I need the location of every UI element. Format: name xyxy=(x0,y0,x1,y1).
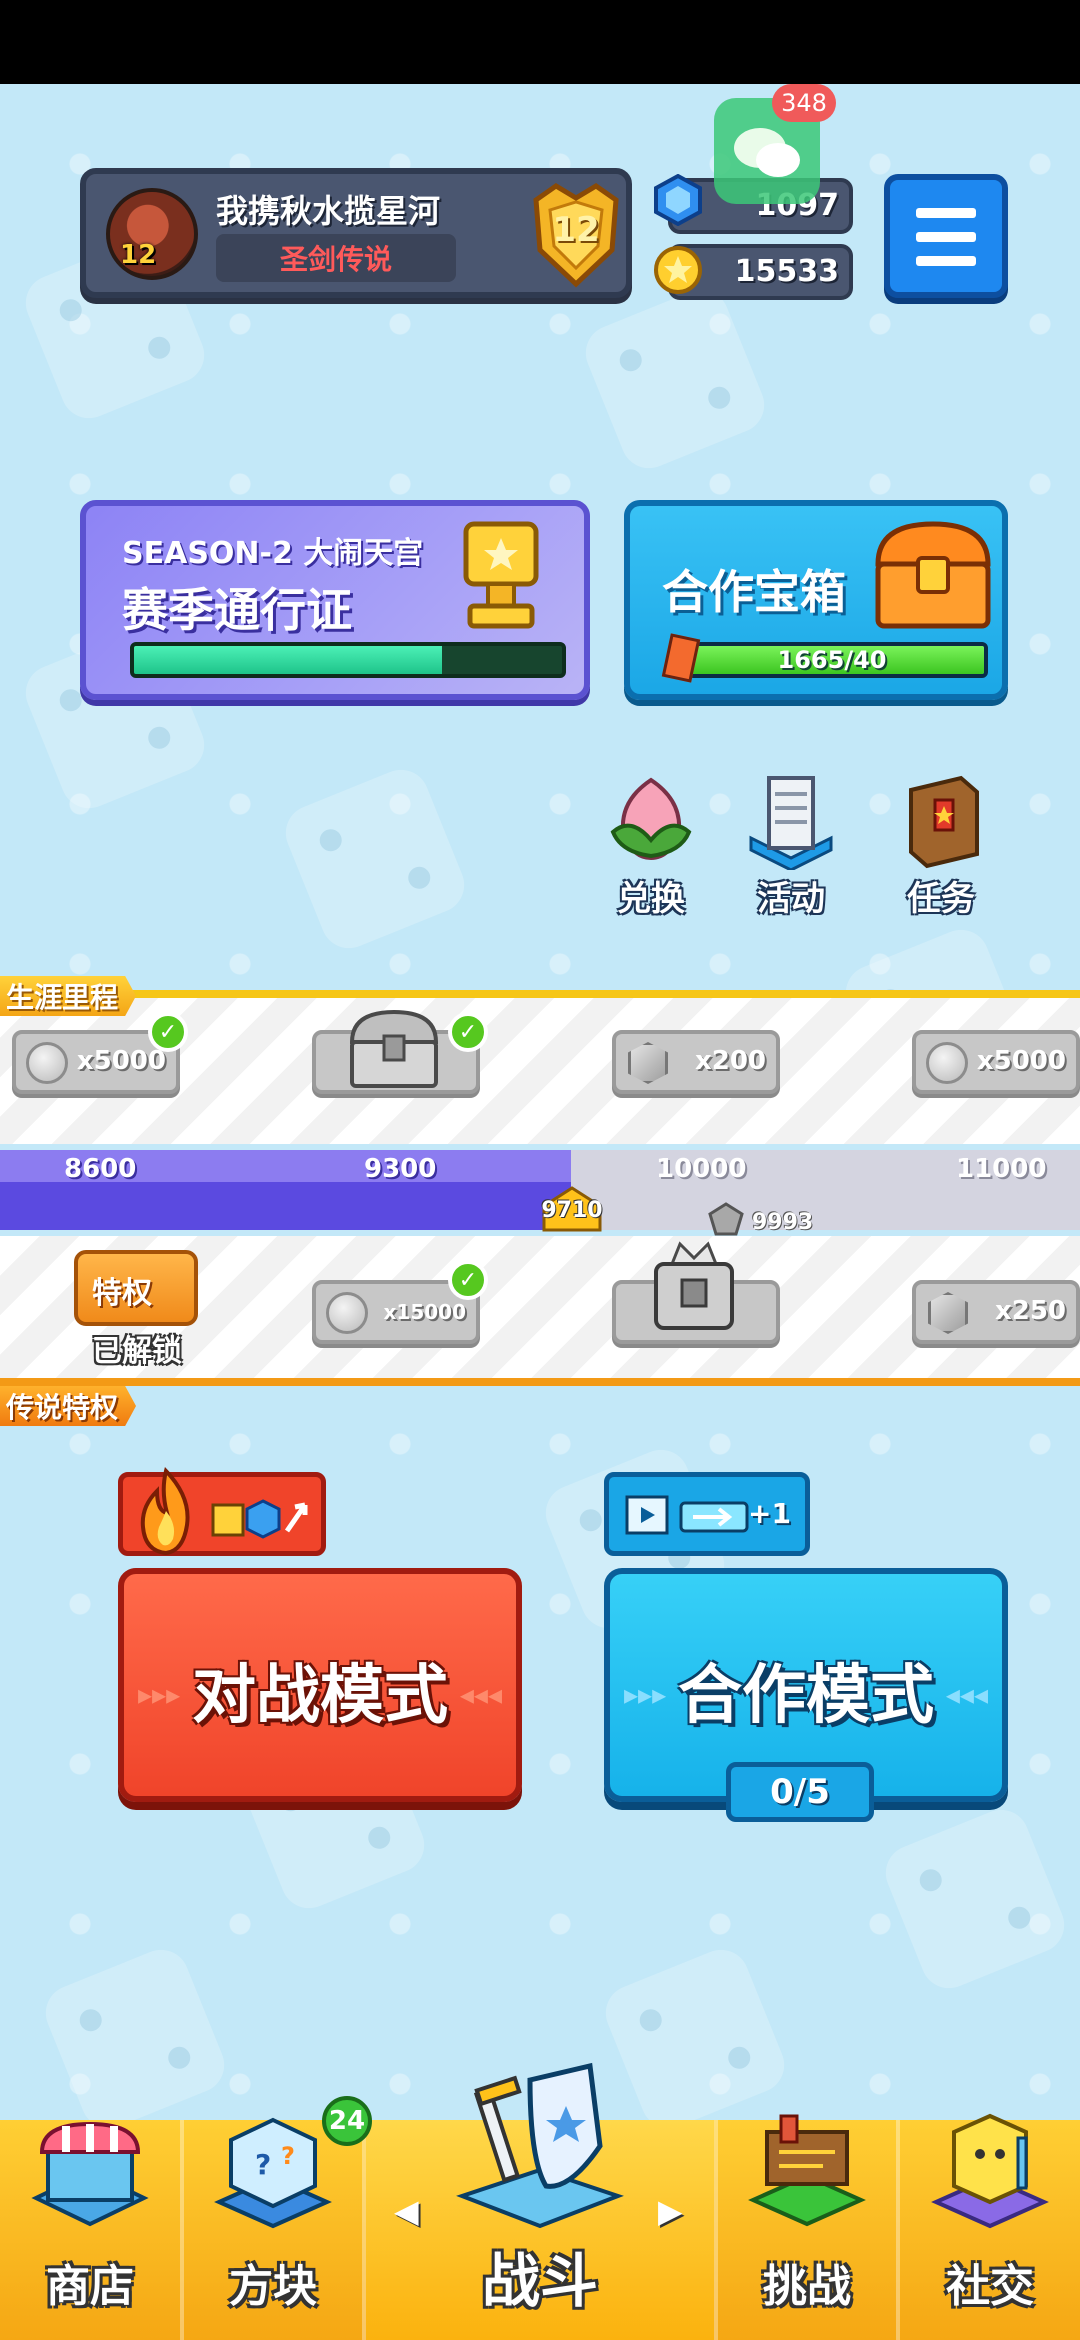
season-progress-bar xyxy=(130,642,566,678)
silver-cube-icon xyxy=(928,1292,968,1334)
reward-amount: x15000 xyxy=(383,1300,466,1324)
svg-text:?: ? xyxy=(281,2142,295,2170)
gold-trophy-icon xyxy=(446,514,556,634)
pvp-boost-tag[interactable] xyxy=(118,1467,326,1556)
season-progress-fill xyxy=(134,646,443,674)
season-pass-title: 赛季通行证 xyxy=(122,583,352,637)
milestone-tick: 11000 xyxy=(956,1154,1047,1184)
privilege-ticket-icon: 特权 xyxy=(74,1250,198,1326)
shop-stall-icon xyxy=(26,2102,154,2230)
silver-cube-icon xyxy=(628,1042,668,1084)
reward-slot[interactable]: x200 xyxy=(612,1030,780,1094)
ticket-icon xyxy=(679,1497,749,1537)
claimed-check-icon: ✓ xyxy=(448,1260,488,1300)
nav-challenge[interactable]: 挑战 xyxy=(718,2114,896,2340)
quest-book-icon xyxy=(891,770,991,870)
avatar[interactable]: 12 xyxy=(106,188,198,280)
coop-attempts-counter: 0/5 xyxy=(726,1762,874,1822)
rank-number: 12 xyxy=(552,210,600,250)
coop-chest-card[interactable]: 合作宝箱 1665/40 xyxy=(624,500,1008,700)
pvp-mode-label: 对战模式 xyxy=(192,1659,448,1733)
reward-amount: x200 xyxy=(694,1046,766,1076)
bottom-navigation: 商店 ? ? 方块 战斗 挑战 社交 xyxy=(0,2062,1080,2340)
treasure-chest-icon xyxy=(868,514,998,634)
career-milestone-track[interactable]: x5000 ✓ ✓ x200 x5000 生涯里程 8600 9300 1000… xyxy=(0,976,1080,1426)
coop-ad-bonus-tag[interactable]: +1 xyxy=(604,1472,810,1556)
silver-crown-chest-icon xyxy=(646,1240,742,1330)
reward-amount: x5000 xyxy=(76,1046,166,1076)
nav-battle-label: 战斗 xyxy=(481,2247,598,2315)
nav-blocks[interactable]: ? ? 方块 xyxy=(184,2117,362,2340)
friend-rank-icon xyxy=(706,1200,746,1240)
privilege-badge-text: 特权 xyxy=(92,1276,152,1311)
main-menu-button[interactable] xyxy=(884,174,1008,298)
claimed-check-icon: ✓ xyxy=(448,1012,488,1052)
flame-icon xyxy=(131,1467,201,1557)
silver-star-coin-icon xyxy=(926,1042,968,1084)
silver-chest-icon xyxy=(346,1006,442,1090)
nav-challenge-label: 挑战 xyxy=(763,2261,851,2312)
reward-slot[interactable]: x250 xyxy=(912,1280,1080,1344)
silver-star-coin-icon xyxy=(26,1042,68,1084)
reward-slot[interactable]: x5000 xyxy=(912,1030,1080,1094)
status-bar xyxy=(0,0,1080,84)
friend-trophy-count: 9993 xyxy=(752,1210,814,1235)
season-pass-card[interactable]: SEASON-2 大闹天宫 赛季通行证 xyxy=(80,500,590,700)
silver-star-coin-icon xyxy=(326,1292,368,1334)
exchange-button[interactable]: 兑换 xyxy=(586,770,716,920)
coop-chest-progress-text: 1665/40 xyxy=(777,646,887,674)
pvp-mode-button[interactable]: ▸▸▸ ◂◂◂ 对战模式 xyxy=(118,1568,522,1802)
blue-gem-icon xyxy=(652,173,704,227)
nav-blocks-label: 方块 xyxy=(229,2261,317,2312)
blocks-count-badge: 24 xyxy=(322,2096,372,2146)
mystery-block-icon: ? ? xyxy=(209,2102,337,2230)
reward-amount: x250 xyxy=(994,1296,1066,1326)
career-bottom-rewards-row: x15000 ✓ x250 特权 已解锁 xyxy=(0,1236,1080,1386)
gold-coin-icon xyxy=(652,244,704,296)
nav-right-arrow-icon[interactable]: ▶ xyxy=(658,2192,683,2230)
nav-battle[interactable]: 战斗 xyxy=(366,2062,714,2340)
video-ad-icon xyxy=(623,1491,671,1539)
legend-privilege-tag: 传说特权 xyxy=(0,1386,137,1426)
career-top-rewards-row: x5000 ✓ ✓ x200 x5000 xyxy=(0,990,1080,1144)
quests-button[interactable]: 任务 xyxy=(876,770,1006,920)
privilege-status: 已解锁 xyxy=(92,1334,182,1369)
claimed-check-icon: ✓ xyxy=(148,1012,188,1052)
nav-social[interactable]: 社交 xyxy=(900,2113,1080,2340)
nav-left-arrow-icon[interactable]: ◀ xyxy=(394,2192,419,2230)
nav-shop-label: 商店 xyxy=(46,2261,134,2312)
coop-mode-label: 合作模式 xyxy=(678,1659,934,1733)
coop-chest-title: 合作宝箱 xyxy=(662,565,846,619)
player-name: 我携秋水揽星河 xyxy=(216,192,441,230)
career-milestone-tag: 生涯里程 xyxy=(0,976,137,1016)
activity-tower-icon xyxy=(741,770,841,872)
reward-boost-icon xyxy=(209,1495,319,1543)
quests-label: 任务 xyxy=(907,879,975,919)
player-profile-card[interactable]: 12 我携秋水揽星河 圣剑传说 12 xyxy=(80,168,632,298)
sword-shield-icon xyxy=(450,2050,630,2230)
challenge-sign-icon xyxy=(743,2102,871,2230)
current-trophy-count: 9710 xyxy=(541,1198,603,1223)
events-label: 活动 xyxy=(757,879,825,919)
rank-shield-icon[interactable]: 12 xyxy=(526,180,626,288)
peach-icon xyxy=(601,770,701,870)
ad-bonus-amount: +1 xyxy=(748,1497,791,1530)
milestone-tick: 10000 xyxy=(656,1154,747,1184)
notification-badge: 348 xyxy=(772,84,836,122)
reward-amount: x5000 xyxy=(976,1046,1066,1076)
privilege-badge[interactable]: 特权 已解锁 xyxy=(70,1250,200,1369)
exchange-label: 兑换 xyxy=(617,879,685,919)
nav-shop[interactable]: 商店 xyxy=(0,2120,180,2340)
player-title: 圣剑传说 xyxy=(216,234,456,282)
social-character-icon xyxy=(926,2102,1054,2230)
events-button[interactable]: 活动 xyxy=(726,770,856,920)
milestone-tick: 9300 xyxy=(364,1154,437,1184)
svg-text:?: ? xyxy=(255,2148,271,2181)
milestone-tick: 8600 xyxy=(64,1154,137,1184)
coin-count: 15533 xyxy=(734,254,839,289)
coop-chest-progress-bar: 1665/40 xyxy=(676,642,988,678)
nav-social-label: 社交 xyxy=(946,2261,1034,2312)
season-subtitle: SEASON-2 大闹天宫 xyxy=(122,536,424,571)
player-level: 12 xyxy=(120,240,157,270)
